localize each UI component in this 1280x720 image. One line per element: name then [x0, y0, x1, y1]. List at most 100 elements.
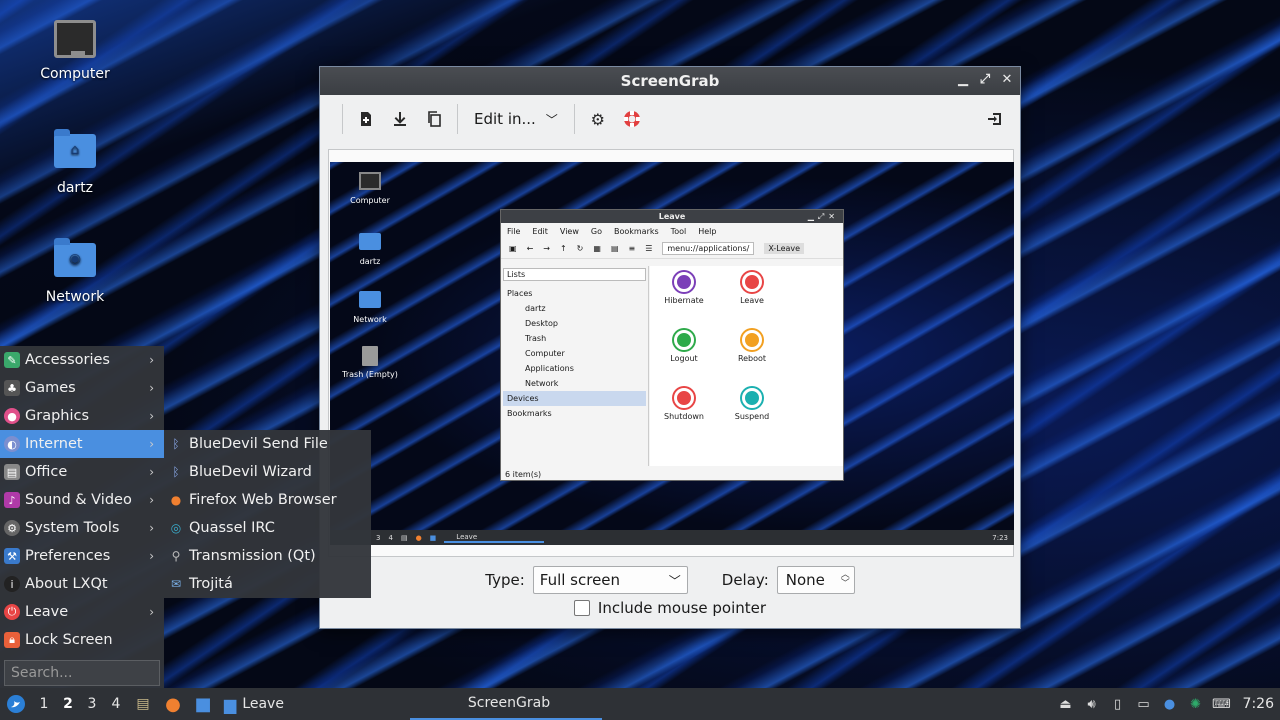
menu-item-games[interactable]: ♣ Games › — [0, 374, 164, 402]
network-folder-icon: ◉ — [54, 238, 96, 277]
minimize-button[interactable]: ▁ — [956, 71, 970, 89]
copy-icon — [428, 111, 441, 127]
preview-panel-clock: 7:23 — [992, 533, 1008, 542]
preview-toolbar: ▣ ← → ↑ ↻ ▦ ▤ ≡ ☰ menu://applications/ X-Leave — [501, 239, 843, 259]
task-screengrab[interactable]: ScreenGrab — [410, 688, 602, 720]
preview-desktop-icon: Network — [340, 288, 400, 324]
chevron-right-icon: › — [149, 381, 154, 395]
submenu-item-bluedevil-wizard[interactable]: ᛒ BlueDevil Wizard — [164, 458, 371, 486]
menu-item-graphics[interactable]: ● Graphics › — [0, 402, 164, 430]
submenu-item-trojita[interactable]: ✉ Trojitá — [164, 570, 371, 598]
toolbar-separator — [457, 104, 458, 134]
type-label: Type: — [485, 571, 525, 589]
maximize-button[interactable]: ⤢ — [978, 71, 992, 89]
preview-action: Suspend — [722, 388, 782, 421]
menu-item-preferences[interactable]: ⚒ Preferences › — [0, 542, 164, 570]
preview-menu-item: Go — [590, 227, 602, 236]
network-manager-icon[interactable]: ✺ — [1187, 695, 1205, 713]
desktop-switch-2[interactable]: 2 — [56, 688, 80, 720]
volume-icon[interactable]: 🔊︎ — [1083, 695, 1101, 713]
update-icon[interactable]: ● — [1161, 695, 1179, 713]
file-manager-launcher[interactable]: ▤ — [128, 688, 158, 720]
lifebuoy-icon — [623, 111, 640, 127]
desktop-icon-dartz[interactable]: ⌂ dartz — [20, 129, 130, 196]
office-icon: ▤ — [4, 464, 20, 480]
menu-search-input[interactable]: Search... — [4, 660, 160, 686]
submenu-item-bluedevil-send-file[interactable]: ᛒ BlueDevil Send File — [164, 430, 371, 458]
bluetooth-icon: ᛒ — [172, 437, 180, 451]
preview-panel-task: Leave — [444, 533, 545, 543]
include-pointer-label[interactable]: Include mouse pointer — [598, 599, 766, 617]
close-button[interactable]: ✕ — [1000, 71, 1014, 89]
lxqt-logo-icon — [7, 695, 25, 713]
submenu-item-transmission[interactable]: ⚲ Transmission (Qt) — [164, 542, 371, 570]
delay-value: None — [785, 571, 825, 589]
menu-item-office[interactable]: ▤ Office › — [0, 458, 164, 486]
preview-place: Trash — [525, 334, 547, 343]
application-menu: ✎ Accessories › ♣ Games › ● Graphics › ◐ Intern… — [0, 346, 164, 688]
chevron-right-icon: › — [149, 549, 154, 563]
spin-down-icon[interactable]: ﹀ — [841, 579, 850, 589]
new-screenshot-button[interactable] — [351, 104, 381, 134]
chevron-right-icon: › — [149, 465, 154, 479]
monitor-icon[interactable]: ▭ — [1135, 695, 1153, 713]
desktop-icon-computer[interactable]: Computer — [20, 20, 130, 82]
task-leave[interactable]: ▆ Leave — [218, 688, 410, 720]
clipboard-icon[interactable]: ▯ — [1109, 695, 1127, 713]
delay-spinbox[interactable]: None ︿ ﹀ — [776, 566, 855, 594]
chevron-right-icon: › — [149, 605, 154, 619]
submenu-item-firefox[interactable]: ● Firefox Web Browser — [164, 486, 371, 514]
toolbar: Edit in... ﹀ ⚙ — [330, 101, 1010, 137]
menu-item-sound-video[interactable]: ♪ Sound & Video › — [0, 486, 164, 514]
help-button[interactable] — [617, 104, 647, 134]
menu-item-about[interactable]: i About LXQt — [0, 570, 164, 598]
preview-action: Reboot — [722, 330, 782, 363]
exit-icon — [988, 113, 1001, 125]
type-select-value: Full screen — [539, 571, 621, 589]
menu-item-accessories[interactable]: ✎ Accessories › — [0, 346, 164, 374]
include-pointer-checkbox[interactable] — [573, 600, 590, 616]
copy-button[interactable] — [419, 104, 449, 134]
sound-video-icon: ♪ — [4, 492, 20, 508]
preview-path-bar: menu://applications/ — [662, 242, 755, 255]
download-icon — [394, 112, 406, 126]
preview-menu-item: File — [507, 227, 521, 236]
start-menu-button[interactable] — [0, 688, 32, 720]
settings-button[interactable]: ⚙ — [583, 104, 613, 134]
preview-status-bar: 6 item(s) — [505, 470, 542, 479]
desktop-switch-3[interactable]: 3 — [80, 688, 104, 720]
desktop-icon-label: Computer — [40, 66, 110, 82]
tray-eject-icon[interactable]: ⏏ — [1057, 695, 1075, 713]
keyboard-icon[interactable]: ⌨ — [1212, 695, 1231, 713]
type-select[interactable]: Full screen ﹀ — [532, 566, 688, 594]
task-label: Leave — [242, 696, 284, 712]
clock[interactable]: 7:26 — [1239, 696, 1274, 712]
submenu-item-quassel[interactable]: ◎ Quassel IRC — [164, 514, 371, 542]
gear-icon: ⚙ — [590, 109, 605, 129]
preview-desktop-icon: Computer — [340, 172, 400, 205]
delay-label: Delay: — [721, 571, 769, 589]
firefox-launcher[interactable]: ● — [158, 688, 188, 720]
desktop-switch-1[interactable]: 1 — [32, 688, 56, 720]
edit-in-dropdown[interactable]: Edit in... ﹀ — [466, 104, 566, 134]
desktop-icon-label: Network — [45, 289, 105, 305]
desktop-icon-network[interactable]: ◉ Network — [20, 238, 130, 305]
quit-button[interactable] — [980, 104, 1010, 134]
screenshot-preview[interactable]: Computer dartz Network Trash (Empty) Lea… — [328, 149, 1014, 557]
desktop-switch-4[interactable]: 4 — [104, 688, 128, 720]
preview-menu-item: Edit — [532, 227, 548, 236]
computer-icon — [54, 20, 96, 58]
menu-item-system-tools[interactable]: ⚙ System Tools › — [0, 514, 164, 542]
accessories-icon: ✎ — [4, 352, 20, 368]
window-titlebar[interactable]: ScreenGrab ▁ ⤢ ✕ — [320, 67, 1020, 95]
chevron-down-icon: ﹀ — [668, 573, 681, 588]
show-desktop-launcher[interactable]: ■ — [188, 688, 218, 720]
save-button[interactable] — [385, 104, 415, 134]
menu-item-leave[interactable]: ⏻ Leave › — [0, 598, 164, 626]
preview-file-view: Hibernate Leave Logout Reboot Shutdown S… — [650, 266, 843, 466]
menu-item-lock-screen[interactable]: 🔒︎ Lock Screen — [0, 626, 164, 654]
menu-item-internet[interactable]: ◐ Internet › — [0, 430, 164, 458]
desktop-icon: ■ — [194, 693, 212, 715]
chevron-down-icon: ﹀ — [545, 112, 558, 127]
preview-place: Network — [525, 379, 559, 388]
